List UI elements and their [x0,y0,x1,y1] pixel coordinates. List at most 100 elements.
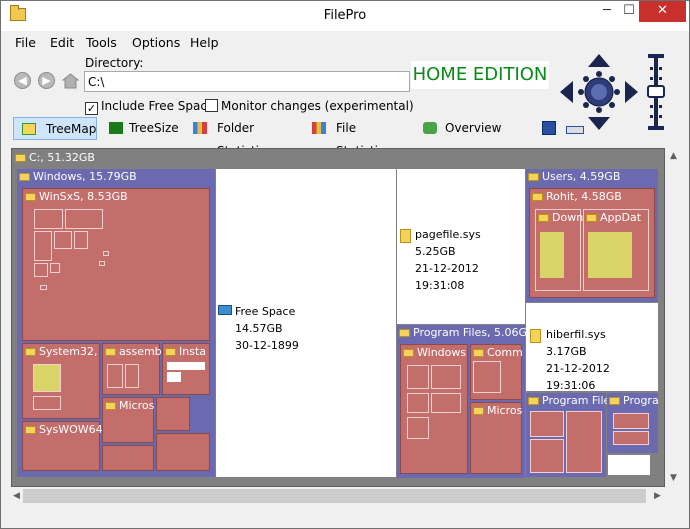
treemap-node-installer[interactable]: Insta [162,343,210,395]
scroll-down-icon[interactable]: ▼ [670,473,677,483]
treemap-root-label: C:, 51.32GB [15,151,95,164]
pan-down-icon [588,117,610,130]
treemap-node-hiberfil[interactable]: hiberfil.sys 3.17GB 21-12-2012 19:31:06 [526,303,658,392]
treemap-node-windows[interactable]: Windows, 15.79GB WinSxS, 8.53GB System32… [17,169,215,477]
checkbox-empty-icon [205,99,218,112]
bar-chart-icon [312,122,326,134]
monitor-changes-checkbox[interactable]: Monitor changes (experimental) [205,99,414,113]
node-rohit-label: Rohit, 4.58GB [532,190,622,203]
file-block [34,231,52,261]
monitor-changes-label: Monitor changes (experimental) [221,99,414,113]
treemap-node-free-space[interactable]: Free Space 14.57GB 30-12-1899 [216,169,396,477]
file-block [530,411,564,437]
treemap-view[interactable]: C:, 51.32GB Windows, 15.79GB WinSxS, 8.5… [11,148,665,487]
treemap-node-pf-microsoft[interactable]: Micros [470,402,522,474]
treemap-icon [22,123,36,135]
treemap-node-pagefile[interactable]: pagefile.sys 5.25GB 21-12-2012 19:31:08 [397,169,525,324]
scroll-up-icon[interactable]: ▲ [670,151,677,161]
free-space-drive-icon [218,305,232,315]
back-button[interactable]: ◀ [14,72,31,89]
node-pf-microsoft-label: Micros [473,404,522,417]
treemap-node-system32[interactable]: System32, [22,343,100,419]
tab-treemap-label: TreeMap [46,122,97,136]
file-block [613,431,649,445]
treemap-node-assembly[interactable]: assemb [102,343,162,395]
treemap-node-program-files[interactable]: Program Files, 5.06GB Windows Comm Micro… [397,325,535,478]
node-assembly-label: assemb [105,345,162,358]
file-block [74,231,88,249]
treemap-node-rohit[interactable]: Rohit, 4.58GB Downl AppDat [529,188,655,298]
treemap-node-pf-common[interactable]: Comm [470,344,523,400]
folder-icon [538,214,549,222]
menu-tools[interactable]: Tools [86,35,117,50]
vertical-scrollbar[interactable]: ▲ ▼ [666,148,683,487]
menu-file[interactable]: File [15,35,36,50]
navigation-joystick[interactable] [557,53,641,131]
node-program-files-x86-label: Program File [528,394,610,407]
file-block [33,364,61,392]
zoom-slider[interactable] [645,53,667,131]
menu-options[interactable]: Options [132,35,180,50]
window-title: FilePro [323,8,367,23]
folder-icon [473,349,484,357]
tab-file-statistics[interactable]: File Statistics [310,117,410,158]
status-bar [1,506,689,528]
node-windows-label: Windows, 15.79GB [19,170,137,183]
print-icon[interactable] [542,121,556,135]
treemap-node-downloads[interactable]: Downl [535,209,586,291]
app-window: FilePro ─ ☐ ✕ File Edit Tools Options He… [0,0,690,529]
pan-up-icon [588,54,610,67]
file-block [540,232,564,278]
scroll-right-icon[interactable]: ▶ [654,491,661,501]
file-block [588,232,632,278]
file-block [34,209,63,229]
file-block [407,417,429,439]
tab-overview[interactable]: Overview [421,117,502,140]
edition-banner: HOME EDITION [411,61,549,89]
menu-bar: File Edit Tools Options Help [1,32,689,52]
treemap-node-syswow64[interactable]: SysWOW64 [22,421,103,471]
tab-treesize[interactable]: TreeSize [105,117,185,140]
file-block [107,364,123,388]
file-icon [530,329,541,343]
folder-icon [399,329,410,337]
file-block [566,411,602,473]
node-downloads-label: Downl [538,211,586,224]
treemap-node-program-files-x86[interactable]: Program File [526,393,610,477]
treemap-node-program-x[interactable]: Progra [607,393,659,453]
pagefile-info: pagefile.sys 5.25GB 21-12-2012 19:31:08 [415,228,481,292]
folder-icon [19,173,30,181]
folder-icon [586,214,597,222]
file-block [33,396,61,410]
folder-icon [25,348,36,356]
treemap-node-microsoft-net[interactable]: Micros [102,397,154,443]
node-system32-label: System32, [25,345,98,358]
close-button[interactable]: ✕ [639,1,686,22]
directory-input[interactable]: C:\ [84,71,410,92]
treemap-node-users[interactable]: Users, 4.59GB Rohit, 4.58GB Downl AppDat [526,169,658,302]
checkbox-checked-icon: ✓ [85,102,98,115]
treemap-node-pf-windows[interactable]: Windows [400,344,468,474]
menu-help[interactable]: Help [190,35,219,50]
node-installer-label: Insta [165,345,206,358]
treemap-node-appdata[interactable]: AppDat [583,209,649,291]
horizontal-scroll-thumb[interactable] [23,489,646,503]
pan-left-icon [560,81,573,103]
file-block [40,285,47,290]
forward-button[interactable]: ▶ [38,72,55,89]
up-folder-icon[interactable] [62,73,79,89]
file-block [99,261,105,266]
title-bar: FilePro ─ ☐ ✕ [1,1,689,31]
menu-edit[interactable]: Edit [50,35,74,50]
scroll-left-icon[interactable]: ◀ [13,491,20,501]
tab-treemap[interactable]: TreeMap [13,117,97,140]
include-free-space-checkbox[interactable]: ✓ Include Free Space [85,99,214,115]
file-block [473,361,501,393]
treemap-node-winsxs[interactable]: WinSxS, 8.53GB [22,188,210,341]
tab-folder-statistics[interactable]: Folder Statistics [191,117,303,158]
file-block [50,263,60,273]
folder-icon [609,397,620,405]
node-pf-windows-label: Windows [403,346,466,359]
file-icon [400,229,411,243]
file-block [431,365,461,389]
